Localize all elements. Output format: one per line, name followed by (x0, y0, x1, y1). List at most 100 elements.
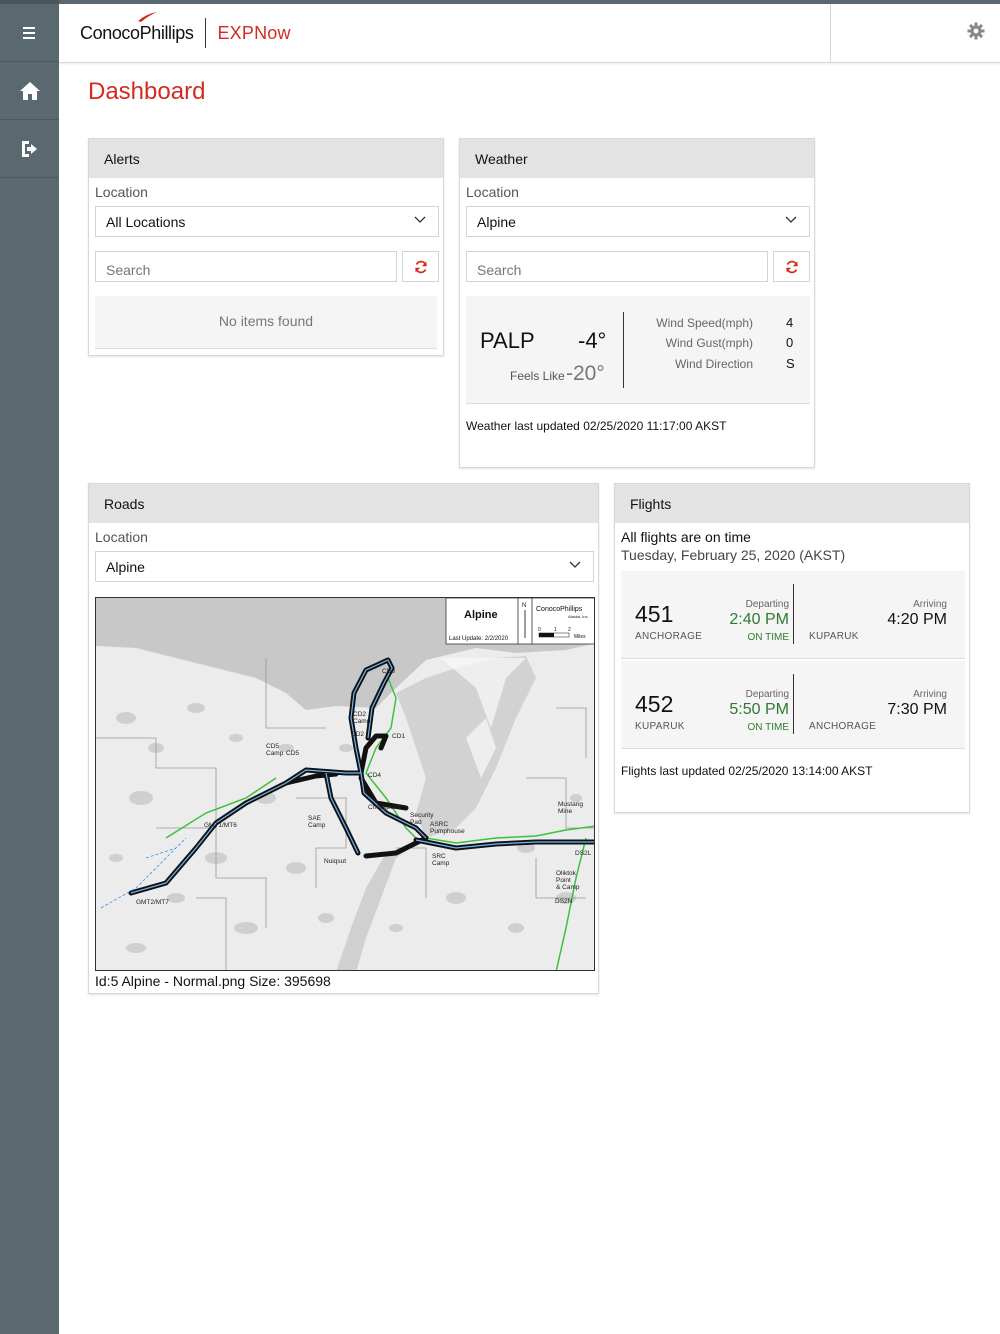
header: ConocoPhillips EXPNow (59, 4, 1000, 63)
brand-name: ConocoPhillips (80, 22, 194, 43)
map-scale-0: 0 (538, 627, 541, 633)
refresh-icon (785, 260, 798, 273)
chevron-down-icon (569, 561, 581, 568)
weather-title: Weather (460, 139, 814, 178)
alerts-card: Alerts Location All Locations No items f… (88, 138, 444, 356)
wind-gust-label: Wind Gust(mph) (665, 336, 753, 350)
departing-label: Departing (745, 599, 789, 610)
weather-location-value: Alpine (477, 214, 516, 230)
roads-map[interactable]: Alpine Last Update: 2/2/2020 N ConocoPhi… (95, 597, 595, 971)
wind-direction-label: Wind Direction (674, 357, 753, 371)
product-name: EXPNow (217, 22, 291, 43)
weather-conditions: PALP -4° Feels Like -20° Wind Speed(mph)… (466, 296, 810, 404)
app-logo[interactable]: ConocoPhillips EXPNow (80, 12, 291, 48)
flight-destination: ANCHORAGE (809, 721, 877, 732)
flight-divider (793, 674, 794, 734)
map-scale-1: 1 (554, 627, 557, 633)
flight-status: ON TIME (747, 632, 789, 643)
alerts-refresh-button[interactable] (402, 251, 439, 282)
flights-card: Flights All flights are on time Tuesday,… (614, 483, 970, 813)
map-label-cd2: CD2 (351, 731, 364, 738)
weather-location-label: Location (466, 184, 519, 200)
flight-origin: ANCHORAGE (635, 631, 703, 642)
feels-like-value: -20° (566, 362, 605, 385)
arriving-label: Arriving (913, 599, 947, 610)
chevron-down-icon (414, 216, 426, 223)
roads-title: Roads (89, 484, 598, 523)
map-scale-2: 2 (568, 627, 571, 633)
flights-title: Flights (615, 484, 969, 523)
page-title: Dashboard (88, 78, 206, 105)
map-label-cd3: CD3 (382, 668, 395, 675)
map-label-ds2l: DS2L (575, 850, 592, 857)
arrival-time: 4:20 PM (887, 611, 947, 628)
map-north: N (522, 603, 526, 609)
brand-swoosh-icon (138, 12, 157, 22)
flights-last-updated: Flights last updated 02/25/2020 13:14:00… (621, 764, 873, 778)
weather-card: Weather Location Alpine PALP -4° Feels L… (459, 138, 815, 468)
home-icon (19, 81, 40, 100)
roads-map-caption: Id:5 Alpine - Normal.png Size: 395698 (95, 973, 331, 989)
logout-icon (21, 140, 37, 157)
wind-gust-value: 0 (786, 335, 794, 350)
roads-card: Roads Location Alpine Alpine Last Update… (88, 483, 599, 994)
map-logo: ConocoPhillips (536, 606, 583, 613)
departure-time: 5:50 PM (729, 701, 789, 718)
map-scale-unit: Miles (574, 634, 586, 640)
flights-status: All flights are on time (621, 529, 751, 545)
map-title: Alpine (464, 609, 498, 621)
map-label-gmt2: GMT2/MT7 (136, 899, 169, 906)
alerts-empty-message: No items found (95, 296, 437, 349)
map-label-cd4: CD4 (368, 772, 381, 779)
departure-time: 2:40 PM (729, 611, 789, 628)
map-label-ds2n: DS2N (555, 898, 573, 905)
feels-like-label: Feels Like (510, 369, 565, 383)
map-label-nuiqsut: Nuiqsut (324, 858, 346, 865)
map-label-cd5: CD5 (286, 750, 299, 757)
alerts-location-select[interactable]: All Locations (95, 206, 439, 237)
alerts-title: Alerts (89, 139, 443, 178)
alerts-search-input[interactable] (95, 251, 397, 282)
flight-status: ON TIME (747, 722, 789, 733)
flight-destination: KUPARUK (809, 631, 859, 642)
wind-direction-value: S (786, 356, 795, 371)
weather-search-input[interactable] (466, 251, 768, 282)
flight-row[interactable]: 451 ANCHORAGE Departing 2:40 PM ON TIME … (621, 571, 965, 659)
roads-location-value: Alpine (106, 559, 145, 575)
flight-number: 451 (635, 601, 674, 627)
alerts-location-value: All Locations (106, 214, 186, 230)
weather-last-updated: Weather last updated 02/25/2020 11:17:00… (466, 419, 727, 433)
roads-location-select[interactable]: Alpine (95, 551, 594, 582)
weather-divider (623, 312, 624, 388)
weather-refresh-button[interactable] (773, 251, 810, 282)
map-logo-sub: Alaska, Inc. (568, 614, 589, 619)
wind-speed-value: 4 (786, 315, 794, 330)
arrival-time: 7:30 PM (887, 701, 947, 718)
gear-icon[interactable] (967, 22, 985, 40)
home-button[interactable] (0, 62, 59, 120)
wind-speed-label: Wind Speed(mph) (656, 316, 753, 330)
logo-divider (205, 18, 207, 48)
map-last-update: Last Update: 2/2/2020 (449, 636, 509, 642)
flights-date: Tuesday, February 25, 2020 (AKST) (621, 547, 846, 563)
map-label-checkpoint: Checkpoint (368, 804, 401, 811)
hamburger-icon (22, 26, 35, 39)
menu-button[interactable] (0, 4, 59, 62)
map-label-gmt1: GMT1/MT6 (204, 822, 237, 829)
flight-divider (793, 584, 794, 644)
map-label-cd1: CD1 (392, 733, 405, 740)
flight-origin: KUPARUK (635, 721, 685, 732)
weather-station: PALP (480, 328, 535, 353)
refresh-icon (414, 260, 427, 273)
arriving-label: Arriving (913, 689, 947, 700)
header-separator (830, 4, 831, 63)
weather-temperature: -4° (578, 328, 607, 353)
flight-row[interactable]: 452 KUPARUK Departing 5:50 PM ON TIME AN… (621, 661, 965, 749)
weather-location-select[interactable]: Alpine (466, 206, 810, 237)
roads-location-label: Location (95, 529, 148, 545)
flight-number: 452 (635, 691, 674, 717)
alerts-location-label: Location (95, 184, 148, 200)
roads-map-image: Alpine Last Update: 2/2/2020 N ConocoPhi… (96, 598, 594, 970)
departing-label: Departing (745, 689, 789, 700)
logout-button[interactable] (0, 120, 59, 178)
